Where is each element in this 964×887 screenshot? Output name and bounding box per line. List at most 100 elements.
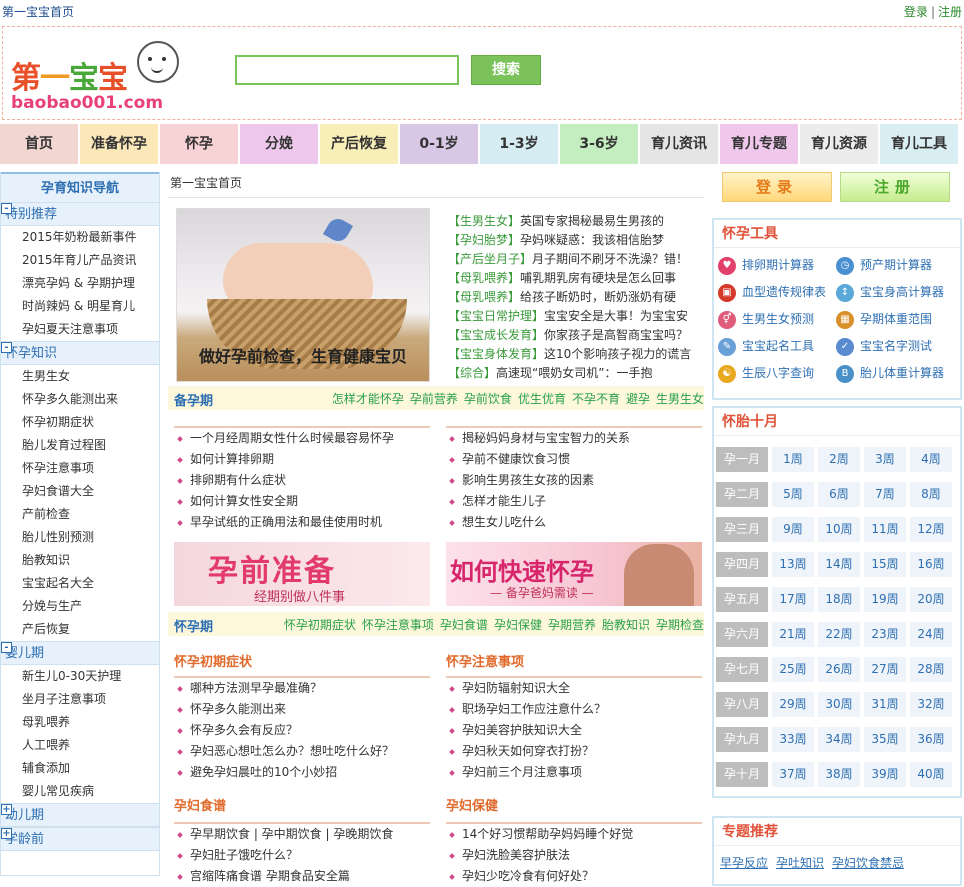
sidebar-link[interactable]: 坐月子注意事项 [1, 688, 159, 711]
article-link[interactable]: 怀孕多久能测出来 [174, 699, 430, 720]
tool-link[interactable]: ▣ 血型遗传规律表 [718, 279, 836, 306]
week-link[interactable]: 35周 [864, 727, 906, 752]
article-link[interactable]: 孕前不健康饮食习惯 [446, 449, 702, 470]
headline-item[interactable]: 【宝宝身体发育】这10个影响孩子视力的谎言 [448, 345, 704, 364]
headline-text[interactable]: 英国专家揭秘最易生男孩的 [520, 214, 664, 228]
article-link[interactable]: 如何计算女性安全期 [174, 491, 430, 512]
headline-item[interactable]: 【产后坐月子】月子期间不刷牙不洗澡？错！ [448, 250, 704, 269]
week-link[interactable]: 17周 [772, 587, 814, 612]
month-label[interactable]: 孕四月 [716, 552, 768, 577]
week-link[interactable]: 24周 [910, 622, 952, 647]
week-link[interactable]: 18周 [818, 587, 860, 612]
nav-item[interactable]: 3-6岁 [560, 124, 640, 164]
sidebar-category[interactable]: + 幼儿期 [1, 803, 159, 827]
sidebar-link[interactable]: 怀孕注意事项 [1, 457, 159, 480]
month-label[interactable]: 孕八月 [716, 692, 768, 717]
headline-item[interactable]: 【宝宝日常护理】宝宝安全是大事！为宝宝安 [448, 307, 704, 326]
sidebar-link[interactable]: 辅食添加 [1, 757, 159, 780]
headline-tag[interactable]: 【宝宝成长发育】 [448, 328, 544, 342]
month-label[interactable]: 孕五月 [716, 587, 768, 612]
article-link[interactable]: 如何计算排卵期 [174, 449, 430, 470]
sidebar-link[interactable]: 怀孕多久能测出来 [1, 388, 159, 411]
week-link[interactable]: 20周 [910, 587, 952, 612]
section-link[interactable]: 避孕 [626, 392, 650, 406]
week-link[interactable]: 23周 [864, 622, 906, 647]
article-link[interactable]: 孕妇秋天如何穿衣打扮？ [446, 741, 702, 762]
week-link[interactable]: 6周 [818, 482, 860, 507]
section-link[interactable]: 孕妇食谱 [440, 618, 488, 632]
article-link[interactable]: 早孕试纸的正确用法和最佳使用时机 [174, 512, 430, 533]
section-link[interactable]: 孕期检查 [656, 618, 704, 632]
expand-icon[interactable]: + [1, 828, 12, 839]
nav-item[interactable]: 育儿资讯 [640, 124, 720, 164]
week-link[interactable]: 39周 [864, 762, 906, 787]
article-link[interactable]: 哪种方法测早孕最准确？ [174, 678, 430, 699]
register-link[interactable]: 注册 [938, 5, 962, 19]
week-link[interactable]: 8周 [910, 482, 952, 507]
article-link[interactable]: 怎样才能生儿子 [446, 491, 702, 512]
topic-link[interactable]: 早孕反应 [720, 856, 768, 870]
article-link[interactable]: 排卵期有什么症状 [174, 470, 430, 491]
week-link[interactable]: 29周 [772, 692, 814, 717]
tool-link[interactable]: ▦ 孕期体重范围 [836, 306, 954, 333]
home-link[interactable]: 第一宝宝首页 [2, 3, 74, 20]
headline-tag[interactable]: 【孕妇胎梦】 [448, 233, 520, 247]
search-input[interactable] [235, 55, 459, 85]
collapse-icon[interactable]: - [1, 342, 12, 353]
month-label[interactable]: 孕九月 [716, 727, 768, 752]
section-link[interactable]: 孕妇保健 [494, 618, 542, 632]
section-title[interactable]: 怀孕期 [174, 616, 213, 635]
week-link[interactable]: 37周 [772, 762, 814, 787]
article-link[interactable]: 孕早期饮食 | 孕中期饮食 | 孕晚期饮食 [174, 824, 430, 845]
week-link[interactable]: 14周 [818, 552, 860, 577]
sidebar-category[interactable]: - 怀孕知识 [1, 341, 159, 365]
month-label[interactable]: 孕二月 [716, 482, 768, 507]
week-link[interactable]: 26周 [818, 657, 860, 682]
week-link[interactable]: 25周 [772, 657, 814, 682]
sidebar-link[interactable]: 产前检查 [1, 503, 159, 526]
sidebar-link[interactable]: 2015年育儿产品资讯 [1, 249, 159, 272]
section-link[interactable]: 孕期营养 [548, 618, 596, 632]
tool-link[interactable]: ✎ 宝宝起名工具 [718, 333, 836, 360]
month-label[interactable]: 孕一月 [716, 447, 768, 472]
article-link[interactable]: 孕妇洗脸美容护肤法 [446, 845, 702, 866]
sidebar-category[interactable]: + 学龄前 [1, 827, 159, 851]
headline-tag[interactable]: 【母乳喂养】 [448, 271, 520, 285]
week-link[interactable]: 2周 [818, 447, 860, 472]
subsection-title[interactable]: 怀孕初期症状 [174, 652, 430, 674]
week-link[interactable]: 10周 [818, 517, 860, 542]
tool-link[interactable]: ◷ 预产期计算器 [836, 252, 954, 279]
sidebar-category[interactable]: - 婴儿期 [1, 641, 159, 665]
article-link[interactable]: 孕妇少吃冷食有何好处？ [446, 866, 702, 887]
week-link[interactable]: 7周 [864, 482, 906, 507]
month-label[interactable]: 孕三月 [716, 517, 768, 542]
search-button[interactable]: 搜索 [471, 55, 541, 85]
headline-tag[interactable]: 【母乳喂养】 [448, 290, 520, 304]
sidebar-link[interactable]: 产后恢复 [1, 618, 159, 641]
collapse-icon[interactable]: - [1, 642, 12, 653]
site-logo[interactable]: 第一宝宝 baobao001.com [9, 35, 179, 113]
week-link[interactable]: 3周 [864, 447, 906, 472]
sidebar-link[interactable]: 人工喂养 [1, 734, 159, 757]
nav-item[interactable]: 准备怀孕 [80, 124, 160, 164]
subsection-title[interactable]: 怀孕注意事项 [446, 652, 702, 674]
nav-item[interactable]: 1-3岁 [480, 124, 560, 164]
week-link[interactable]: 40周 [910, 762, 952, 787]
headline-text[interactable]: 哺乳期乳房有硬块是怎么回事 [520, 271, 676, 285]
headline-tag[interactable]: 【宝宝日常护理】 [448, 309, 544, 323]
sidebar-link[interactable]: 生男生女 [1, 365, 159, 388]
week-link[interactable]: 5周 [772, 482, 814, 507]
headline-tag[interactable]: 【宝宝身体发育】 [448, 347, 544, 361]
sidebar-link[interactable]: 孕妇食谱大全 [1, 480, 159, 503]
week-link[interactable]: 27周 [864, 657, 906, 682]
headline-tag[interactable]: 【产后坐月子】 [448, 252, 532, 266]
article-link[interactable]: 孕妇肚子饿吃什么？ [174, 845, 430, 866]
section-link[interactable]: 怀孕注意事项 [362, 618, 434, 632]
article-link[interactable]: 孕妇恶心想吐怎么办？想吐吃什么好？ [174, 741, 430, 762]
login-button[interactable]: 登录 [722, 172, 832, 202]
nav-item[interactable]: 育儿工具 [880, 124, 960, 164]
tool-link[interactable]: ✓ 宝宝名字测试 [836, 333, 954, 360]
tool-link[interactable]: ☯ 生辰八字查询 [718, 360, 836, 387]
week-link[interactable]: 4周 [910, 447, 952, 472]
headline-item[interactable]: 【母乳喂养】给孩子断奶时，断奶涨奶有硬 [448, 288, 704, 307]
